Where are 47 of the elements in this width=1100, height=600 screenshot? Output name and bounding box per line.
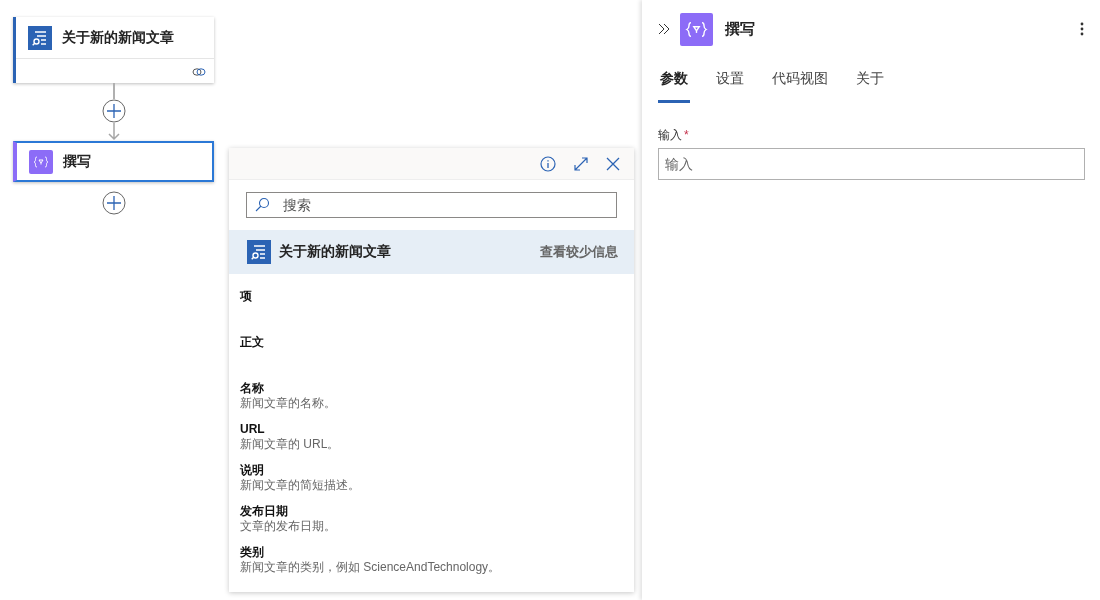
- input-field[interactable]: 输入: [658, 148, 1085, 180]
- panel-title: 撰写: [725, 19, 756, 39]
- double-chevron-icon[interactable]: [658, 23, 670, 35]
- token-description: 新闻文章的简短描述。: [240, 478, 361, 493]
- tab[interactable]: 设置: [714, 58, 746, 103]
- token-name: 说明: [240, 463, 265, 478]
- see-less-button[interactable]: 查看较少信息: [540, 243, 618, 261]
- step-card[interactable]: 关于新的新闻文章: [13, 17, 214, 83]
- token-name: 类别: [240, 545, 265, 560]
- add-step-icon[interactable]: [101, 99, 126, 123]
- tab[interactable]: 关于: [854, 58, 886, 103]
- step-card[interactable]: 撰写: [13, 141, 214, 182]
- token-description: 新闻文章的类别，例如 ScienceAndTechnology。: [240, 560, 502, 575]
- token-name: 名称: [240, 381, 265, 396]
- document-search-icon: [247, 240, 271, 264]
- add-step-icon[interactable]: [101, 191, 126, 215]
- document-search-icon: [28, 25, 52, 50]
- curly-braces-icon: [680, 12, 713, 46]
- connector-arrow: [107, 123, 120, 141]
- tab[interactable]: 参数: [658, 58, 690, 103]
- close-icon[interactable]: [606, 156, 620, 171]
- token-description: 文章的发布日期。: [240, 519, 337, 534]
- field-label: 输入: [658, 128, 682, 142]
- step-title: 撰写: [63, 152, 91, 171]
- link-icon: [192, 67, 206, 77]
- more-options-icon[interactable]: [1080, 22, 1084, 36]
- token-name: 项: [240, 289, 253, 304]
- info-icon[interactable]: [540, 155, 556, 172]
- token-item[interactable]: 名称 新闻文章的名称。: [240, 381, 623, 411]
- token-item[interactable]: 说明 新闻文章的简短描述。: [240, 463, 623, 493]
- required-mark: *: [684, 128, 689, 142]
- token-name: 正文: [240, 335, 265, 350]
- source-title: 关于新的新闻文章: [279, 243, 392, 261]
- curly-braces-icon: [29, 149, 53, 174]
- token-item[interactable]: 类别 新闻文章的类别，例如 ScienceAndTechnology。: [240, 545, 623, 575]
- token-description: 新闻文章的 URL。: [240, 437, 341, 452]
- token-name: 发布日期: [240, 504, 289, 519]
- step-title: 关于新的新闻文章: [62, 28, 174, 47]
- token-name: URL: [240, 422, 266, 437]
- token-description: 新闻文章的名称。: [240, 396, 337, 411]
- token-item[interactable]: 正文: [240, 335, 623, 370]
- token-item[interactable]: 项: [240, 289, 623, 324]
- token-item[interactable]: URL 新闻文章的 URL。: [240, 422, 623, 452]
- search-field[interactable]: 搜索: [246, 192, 617, 218]
- expand-icon[interactable]: [573, 155, 589, 172]
- token-item[interactable]: 发布日期 文章的发布日期。: [240, 504, 623, 534]
- tab[interactable]: 代码视图: [770, 58, 830, 103]
